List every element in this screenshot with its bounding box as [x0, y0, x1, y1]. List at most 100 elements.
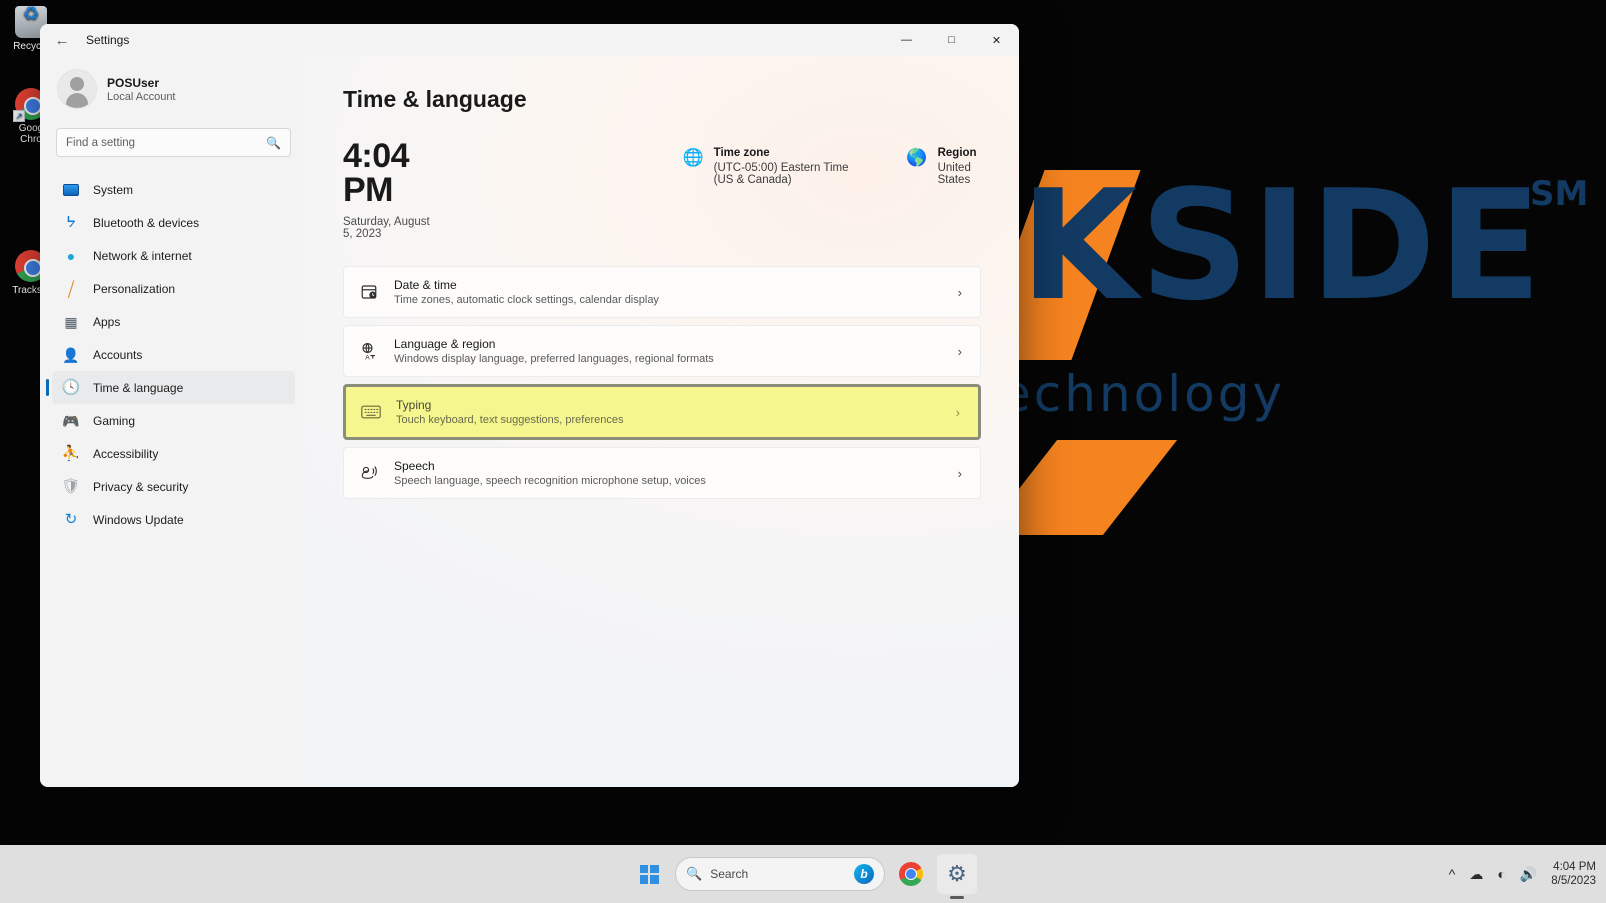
minimize-button[interactable]: —: [884, 24, 929, 56]
window-controls[interactable]: — □ ✕: [884, 24, 1019, 56]
chevron-right-icon: ›: [957, 343, 962, 359]
current-time: 4:04 PM: [343, 137, 410, 209]
volume-icon[interactable]: 🔊: [1520, 867, 1537, 881]
wallpaper-wordmark: KSIDE: [1020, 157, 1544, 334]
page-title: Time & language: [343, 86, 527, 112]
sidebar-item-network-internet[interactable]: ● Network & internet: [52, 239, 295, 272]
settings-card-language-region[interactable]: A Language & region Windows display lang…: [343, 325, 981, 377]
taskbar-app-chrome[interactable]: [891, 854, 931, 894]
sidebar-item-label: Personalization: [93, 281, 176, 296]
sidebar-item-windows-update[interactable]: ↻ Windows Update: [52, 503, 295, 536]
accessibility-icon: ⛹: [61, 445, 81, 462]
window-body: POSUser Local Account 🔍 System ᔭ Bluetoo…: [40, 56, 1019, 787]
wallpaper-trademark: SM: [1530, 174, 1589, 214]
sidebar-item-accessibility[interactable]: ⛹ Accessibility: [52, 437, 295, 470]
paintbrush-icon: ╱: [65, 279, 77, 298]
card-title: Speech: [394, 459, 435, 473]
chrome-icon: [899, 862, 923, 886]
search-icon: 🔍: [686, 866, 703, 881]
settings-card-speech[interactable]: Speech Speech language, speech recogniti…: [343, 447, 981, 499]
system-tray: ^ ☁ ◐ 🔊 4:04 PM 8/5/2023: [1449, 860, 1596, 888]
sidebar-item-label: Apps: [93, 314, 121, 329]
taskbar-app-settings[interactable]: ⚙: [937, 854, 977, 894]
wifi-icon[interactable]: ◐: [1497, 867, 1505, 881]
svg-text:A: A: [365, 354, 370, 360]
user-avatar-icon: [58, 70, 96, 108]
monitor-icon: [62, 181, 80, 199]
tray-clock[interactable]: 4:04 PM 8/5/2023: [1551, 860, 1596, 888]
region-label: Region: [937, 147, 977, 159]
taskbar-center-group: 🔍 Search b ⚙: [629, 854, 977, 894]
timezone-block: 🌐 Time zone (UTC-05:00) Eastern Time (US…: [682, 147, 866, 186]
clock-row: 4:04 PM Saturday, August 5, 2023 🌐 Time …: [343, 139, 981, 240]
calendar-clock-icon: [356, 283, 382, 301]
keyboard-icon: [358, 404, 384, 420]
clock-icon: 🕓: [61, 379, 81, 396]
globe-translate-icon: A: [356, 342, 382, 360]
window-titlebar[interactable]: ← Settings — □ ✕: [40, 24, 1019, 56]
sidebar: POSUser Local Account 🔍 System ᔭ Bluetoo…: [40, 56, 305, 787]
apps-icon: ▦: [64, 313, 78, 330]
settings-card-typing[interactable]: Typing Touch keyboard, text suggestions,…: [343, 384, 981, 440]
search-input[interactable]: [66, 136, 267, 149]
sidebar-item-time-language[interactable]: 🕓 Time & language: [46, 371, 295, 404]
account-type: Local Account: [107, 90, 176, 103]
region-value: United States: [937, 162, 971, 186]
card-title: Date & time: [394, 278, 457, 292]
sidebar-item-label: Network & internet: [93, 248, 192, 263]
back-arrow-icon[interactable]: ←: [46, 24, 78, 56]
timezone-value: (UTC-05:00) Eastern Time (US & Canada): [713, 162, 849, 186]
taskbar-search-box[interactable]: 🔍 Search b: [675, 857, 885, 891]
sidebar-item-gaming[interactable]: 🎮 Gaming: [52, 404, 295, 437]
clock-block: 4:04 PM Saturday, August 5, 2023: [343, 139, 438, 240]
accounts-icon: 👤: [62, 346, 80, 363]
windows-logo-icon: [639, 864, 659, 884]
sidebar-item-privacy-security[interactable]: 🛡 Privacy & security: [52, 470, 295, 503]
chevron-right-icon: ›: [957, 284, 962, 300]
gamepad-icon: 🎮: [62, 412, 80, 429]
sidebar-item-label: Privacy & security: [93, 479, 189, 494]
sidebar-item-label: Time & language: [93, 380, 184, 395]
network-disconnected-icon[interactable]: ☁: [1469, 867, 1483, 881]
sidebar-item-label: Gaming: [93, 413, 136, 428]
chevron-up-icon[interactable]: ^: [1449, 867, 1456, 881]
region-block: 🌎 Region United States: [906, 147, 981, 186]
card-description: Speech language, speech recognition micr…: [394, 475, 706, 487]
card-description: Windows display language, preferred lang…: [394, 353, 714, 365]
sidebar-item-label: Accounts: [93, 347, 143, 362]
sidebar-item-label: Bluetooth & devices: [93, 215, 200, 230]
sidebar-item-bluetooth-devices[interactable]: ᔭ Bluetooth & devices: [52, 206, 295, 239]
chevron-right-icon: ›: [955, 404, 960, 420]
shortcut-arrow-icon: ↗: [13, 110, 25, 122]
sidebar-item-system[interactable]: System: [52, 173, 295, 206]
settings-card-date-time[interactable]: Date & time Time zones, automatic clock …: [343, 266, 981, 318]
window-title: Settings: [86, 33, 130, 47]
taskbar[interactable]: 🔍 Search b ⚙ ^ ☁ ◐ 🔊 4:04 PM 8/5/2023: [0, 845, 1606, 903]
card-title: Typing: [396, 398, 432, 412]
close-button[interactable]: ✕: [974, 24, 1019, 56]
sidebar-item-accounts[interactable]: 👤 Accounts: [52, 338, 295, 371]
timezone-globe-icon: 🌐: [682, 148, 704, 167]
sidebar-item-apps[interactable]: ▦ Apps: [52, 305, 295, 338]
search-icon: 🔍: [266, 135, 281, 150]
start-button[interactable]: [629, 854, 669, 894]
maximize-button[interactable]: □: [929, 24, 974, 56]
bluetooth-icon: ᔭ: [66, 214, 76, 231]
sidebar-item-label: Accessibility: [93, 446, 159, 461]
timezone-label: Time zone: [713, 147, 770, 159]
shield-icon: 🛡: [61, 478, 81, 495]
card-title: Language & region: [394, 337, 496, 351]
sidebar-item-label: System: [93, 182, 134, 197]
gear-icon: ⚙: [947, 861, 967, 886]
settings-window[interactable]: ← Settings — □ ✕ POSUser Local Account 🔍: [40, 24, 1019, 787]
settings-search-box[interactable]: 🔍: [56, 128, 291, 157]
wallpaper-logo: KSIDE SM echnology: [930, 160, 1606, 580]
main-content: Time & language 4:04 PM Saturday, August…: [305, 56, 1019, 787]
wifi-icon: ●: [66, 247, 76, 264]
account-block[interactable]: POSUser Local Account: [52, 64, 295, 114]
speech-icon: [356, 464, 382, 482]
sidebar-item-personalization[interactable]: ╱ Personalization: [52, 272, 295, 305]
wallpaper-subtitle: echnology: [1000, 365, 1286, 423]
card-description: Touch keyboard, text suggestions, prefer…: [396, 414, 624, 426]
bing-icon[interactable]: b: [854, 864, 874, 884]
